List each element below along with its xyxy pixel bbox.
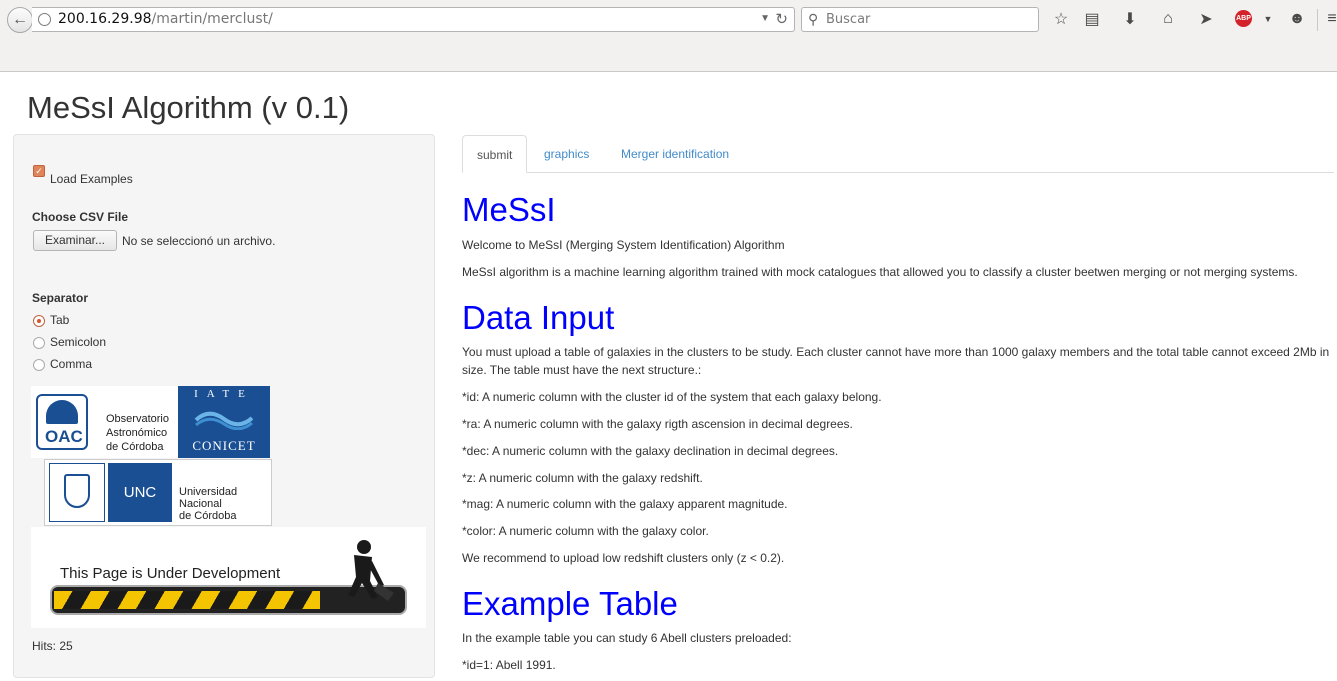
unc-logo: UNC Universidad Nacional de Córdoba <box>44 459 272 526</box>
hits-counter: Hits: 25 <box>32 639 73 653</box>
column-desc-mag: *mag: A numeric column with the galaxy a… <box>462 497 788 511</box>
recommend-text: We recommend to upload low redshift clus… <box>462 551 785 565</box>
separator-label-comma[interactable]: Comma <box>50 357 92 371</box>
unc-abbr: UNC <box>108 463 172 522</box>
conicet-text: CONICET <box>192 438 256 453</box>
column-desc-color: *color: A numeric column with the galaxy… <box>462 524 709 538</box>
intro-text: MeSsI algorithm is a machine learning al… <box>462 265 1298 279</box>
unc-name-line: Universidad <box>179 486 238 498</box>
sidebar-panel: ✓ Load Examples Choose CSV File Examinar… <box>13 134 435 678</box>
oac-logo: OAC Observatorio Astronómico de Córdoba <box>31 386 179 458</box>
heading-example-table: Example Table <box>462 585 678 622</box>
search-placeholder: Buscar <box>826 12 871 27</box>
separator-radio-tab[interactable] <box>33 315 45 327</box>
column-desc-ra: *ra: A numeric column with the galaxy ri… <box>462 417 853 431</box>
unc-name-line: Nacional <box>179 498 222 510</box>
welcome-text: Welcome to MeSsI (Merging System Identif… <box>462 238 785 252</box>
bookmarks-strip <box>0 40 1337 72</box>
under-development-text: This Page is Under Development <box>60 565 281 582</box>
menu-icon[interactable]: ≡ <box>1322 9 1337 29</box>
separator-radio-semicolon[interactable] <box>33 337 45 349</box>
under-development-banner: This Page is Under Development <box>31 527 426 628</box>
observatory-dome-icon <box>46 400 78 424</box>
tab-submit[interactable]: submit <box>462 135 528 173</box>
load-examples-checkbox[interactable]: ✓ <box>33 165 45 177</box>
file-status-text: No se seleccionó un archivo. <box>122 234 276 248</box>
dropdown-arrow-icon[interactable]: ▼ <box>760 13 770 24</box>
oac-name-line: Astronómico <box>106 427 168 439</box>
send-icon[interactable]: ➤ <box>1196 9 1216 29</box>
heading-messi: MeSsI <box>462 191 556 228</box>
separator-label-tab[interactable]: Tab <box>50 313 69 327</box>
home-icon[interactable]: ⌂ <box>1158 9 1178 29</box>
toolbar-separator <box>1317 9 1318 31</box>
bookmark-star-icon[interactable]: ☆ <box>1051 9 1071 29</box>
load-examples-label[interactable]: Load Examples <box>50 172 133 186</box>
construction-worker-icon <box>348 540 394 601</box>
separator-label-semicolon[interactable]: Semicolon <box>50 335 106 349</box>
oac-abbr: OAC <box>45 427 83 446</box>
hazard-stripes <box>54 591 320 609</box>
conicet-wave-icon <box>194 411 254 430</box>
reading-list-icon[interactable]: ▤ <box>1082 9 1102 29</box>
column-desc-dec: *dec: A numeric column with the galaxy d… <box>462 444 839 458</box>
chat-icon[interactable]: ☻ <box>1287 9 1307 29</box>
separator-radio-comma[interactable] <box>33 359 45 371</box>
page-title: MeSsI Algorithm (v 0.1) <box>27 90 350 125</box>
back-arrow-icon[interactable]: ← <box>7 7 33 33</box>
tab-merger-identification[interactable]: Merger identification <box>607 135 743 171</box>
search-icon: ⚲ <box>808 11 819 27</box>
oac-name-line: Observatorio <box>106 413 169 425</box>
search-bar[interactable]: ⚲ Buscar <box>801 7 1039 32</box>
tab-bar: submit graphics Merger identification <box>462 135 1334 173</box>
iate-conicet-logo: IATE CONICET <box>178 386 270 458</box>
example-intro: In the example table you can study 6 Abe… <box>462 631 792 645</box>
oac-name-line: de Córdoba <box>106 441 164 453</box>
address-bar[interactable]: 200.16.29.98/martin/merclust/ ▼ ↻ <box>32 7 795 32</box>
oac-mark: OAC <box>36 394 88 450</box>
download-icon[interactable]: ⬇ <box>1120 9 1140 29</box>
column-desc-id: *id: A numeric column with the cluster i… <box>462 390 882 404</box>
tab-graphics[interactable]: graphics <box>530 135 603 171</box>
browse-file-button[interactable]: Examinar... <box>33 230 117 251</box>
adblock-dropdown-icon[interactable]: ▼ <box>1258 9 1278 29</box>
oac-name: Observatorio Astronómico de Córdoba <box>106 412 169 454</box>
adblock-icon[interactable]: ABP <box>1235 10 1252 27</box>
upload-instructions: You must upload a table of galaxies in t… <box>462 345 1330 377</box>
file-input-label: Choose CSV File <box>32 210 129 224</box>
unc-name: Universidad Nacional de Córdoba <box>179 486 237 522</box>
separator-label: Separator <box>32 291 89 305</box>
url-text: 200.16.29.98/martin/merclust/ <box>58 11 273 27</box>
browser-toolbar: ← 200.16.29.98/martin/merclust/ ▼ ↻ ⚲ Bu… <box>0 0 1337 41</box>
reload-icon[interactable]: ↻ <box>775 10 788 28</box>
unc-name-line: de Córdoba <box>179 510 237 522</box>
heading-data-input: Data Input <box>462 299 615 336</box>
globe-icon <box>38 13 51 26</box>
unc-seal-icon <box>49 463 105 522</box>
url-host: 200.16.29.98 <box>58 11 152 27</box>
example-item: *id=1: Abell 1991. <box>462 658 556 672</box>
iate-text: IATE <box>194 388 254 400</box>
url-path: /martin/merclust/ <box>151 11 273 27</box>
column-desc-z: *z: A numeric column with the galaxy red… <box>462 471 703 485</box>
